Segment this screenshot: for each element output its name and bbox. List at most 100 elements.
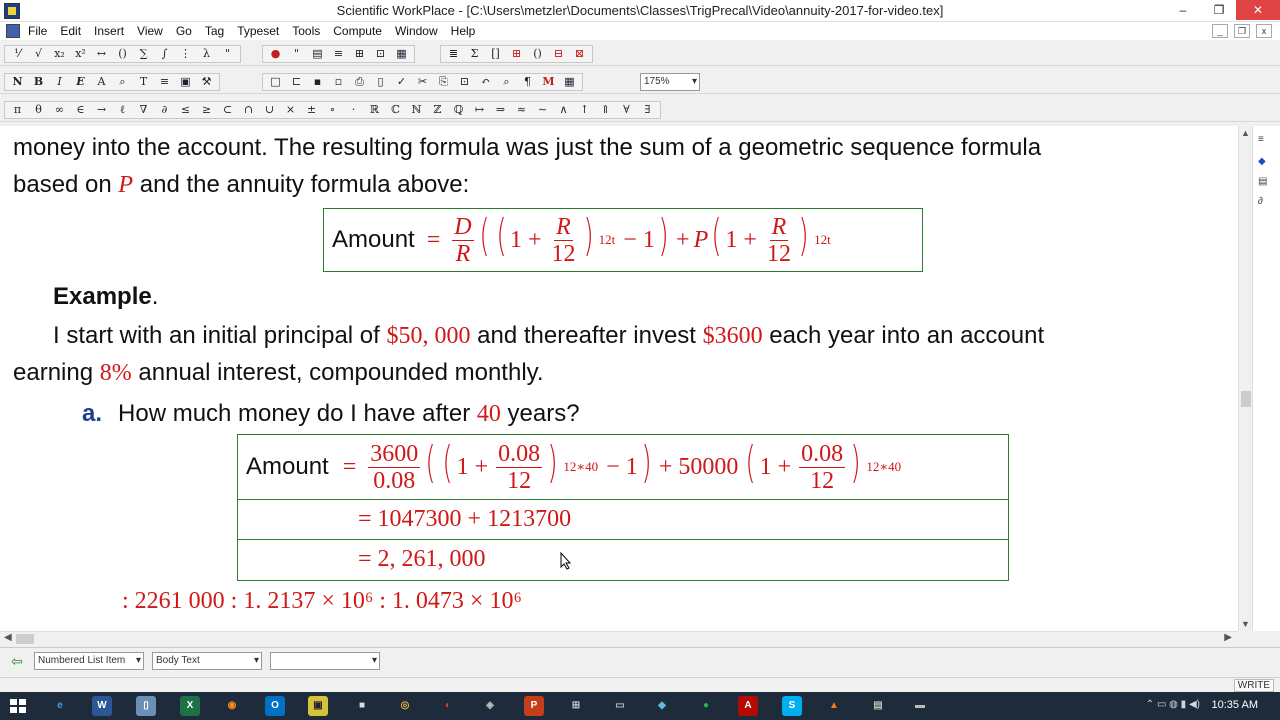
maps-to-icon[interactable]: ↦ — [470, 102, 489, 118]
menu-file[interactable]: File — [28, 24, 47, 38]
menu-help[interactable]: Help — [451, 24, 476, 38]
doc-minimize-button[interactable]: _ — [1212, 24, 1228, 38]
search-icon[interactable]: ⌕ — [497, 74, 516, 90]
sum-icon[interactable]: Σ — [465, 46, 484, 62]
menu-window[interactable]: Window — [395, 24, 438, 38]
back-arrow-icon[interactable]: ⇦ — [6, 653, 28, 671]
times-icon[interactable]: × — [281, 102, 300, 118]
clock[interactable]: 10:35 AM — [1212, 699, 1258, 711]
calculator-icon[interactable]: ▦ — [560, 74, 579, 90]
find-icon[interactable]: ⌕ — [113, 74, 132, 90]
menu-typeset[interactable]: Typeset — [237, 24, 279, 38]
text-color-icon[interactable]: A — [92, 74, 111, 90]
undo-icon[interactable]: ↶ — [476, 74, 495, 90]
skype-icon[interactable]: S — [782, 696, 802, 716]
emphasis-button[interactable]: E — [71, 74, 90, 90]
arrows-icon[interactable]: ↔ — [92, 46, 111, 62]
eval-icon[interactable]: ⊞ — [350, 46, 369, 62]
approx-icon[interactable]: ≈ — [512, 102, 531, 118]
label-icon[interactable]: λ — [197, 46, 216, 62]
theta-icon[interactable]: θ — [29, 102, 48, 118]
excel-icon[interactable]: X — [180, 696, 200, 716]
double-up-arrow-icon[interactable]: ⇑ — [596, 102, 615, 118]
menu-tag[interactable]: Tag — [205, 24, 224, 38]
horizontal-scroll-thumb[interactable] — [16, 634, 34, 644]
app-icon-14[interactable]: ▭ — [610, 696, 630, 716]
stop-icon[interactable]: ● — [266, 46, 285, 62]
save-icon[interactable]: ▪ — [308, 74, 327, 90]
app-icon-11[interactable]: ◈ — [480, 696, 500, 716]
vertical-scroll-thumb[interactable] — [1241, 391, 1251, 407]
superscript-icon[interactable]: x² — [71, 46, 90, 62]
cut-icon[interactable]: ✂ — [413, 74, 432, 90]
doc-restore-button[interactable]: ❐ — [1234, 24, 1250, 38]
app-icon-8[interactable]: ■ — [352, 696, 372, 716]
ell-icon[interactable]: ℓ — [113, 102, 132, 118]
zoom-select[interactable]: 175% — [640, 73, 700, 91]
word-icon[interactable]: W — [92, 696, 112, 716]
less-equal-icon[interactable]: ≤ — [176, 102, 195, 118]
fence-icon[interactable]: () — [528, 46, 547, 62]
intersection-icon[interactable]: ∩ — [239, 102, 258, 118]
system-tray-icons[interactable]: ⌃ ▭ ◍ ▮ ◀) — [1146, 699, 1200, 710]
app-icon-20[interactable]: ▤ — [868, 696, 888, 716]
calculation-table[interactable]: Amount = 3600 0.08 (( 1 + 0.08 12 ) 12∗40 … — [237, 434, 1009, 581]
menu-insert[interactable]: Insert — [94, 24, 124, 38]
infinity-icon[interactable]: ∞ — [50, 102, 69, 118]
annuity-formula-box[interactable]: Amount = DR (( 1 + R 12 ) 12t − 1 ) + P (… — [323, 208, 923, 272]
app-icon-19[interactable]: ▲ — [824, 696, 844, 716]
start-button-icon[interactable] — [10, 699, 26, 713]
math-mode-icon[interactable]: T — [134, 74, 153, 90]
vertical-scrollbar[interactable]: ▲ ▼ — [1238, 126, 1252, 631]
arrow-right-icon[interactable]: → — [92, 102, 111, 118]
table-icon[interactable]: ▦ — [392, 46, 411, 62]
exists-icon[interactable]: ∃ — [638, 102, 657, 118]
app-icon-15[interactable]: ◆ — [652, 696, 672, 716]
nabla-icon[interactable]: ∇ — [134, 102, 153, 118]
pane-icon-2[interactable]: ◆ — [1258, 156, 1274, 170]
chrome-icon[interactable]: ◎ — [395, 696, 415, 716]
item-tag-select[interactable]: Numbered List Item — [34, 652, 144, 670]
limits-icon[interactable]: ∫ — [155, 46, 174, 62]
plus-minus-icon[interactable]: ± — [302, 102, 321, 118]
menu-edit[interactable]: Edit — [60, 24, 81, 38]
firefox-icon[interactable]: ◉ — [222, 696, 242, 716]
tools-icon[interactable]: ⚒ — [197, 74, 216, 90]
doc-close-button[interactable]: x — [1256, 24, 1272, 38]
naturals-icon[interactable]: ℕ — [407, 102, 426, 118]
compute-icon[interactable]: ⊡ — [371, 46, 390, 62]
paragraph-icon[interactable]: ¶ — [518, 74, 537, 90]
math-icon[interactable]: M — [539, 74, 558, 90]
cdot-icon[interactable]: · — [344, 102, 363, 118]
matrix-insert-icon[interactable]: ⊞ — [507, 46, 526, 62]
preview-icon[interactable]: ▯ — [371, 74, 390, 90]
acrobat-icon[interactable]: A — [738, 696, 758, 716]
fraction-icon[interactable]: ⅟ — [8, 46, 27, 62]
display-icon[interactable]: ▤ — [308, 46, 327, 62]
rationals-icon[interactable]: ℚ — [449, 102, 468, 118]
scroll-up-icon[interactable]: ▲ — [1241, 128, 1250, 138]
subset-icon[interactable]: ⊂ — [218, 102, 237, 118]
menu-compute[interactable]: Compute — [333, 24, 382, 38]
document-icon[interactable] — [6, 24, 20, 38]
print-icon[interactable]: ⎙ — [350, 74, 369, 90]
union-icon[interactable]: ∪ — [260, 102, 279, 118]
outlook-icon[interactable]: O — [265, 696, 285, 716]
quotes-icon[interactable]: " — [218, 46, 237, 62]
real-icon[interactable]: ℝ — [365, 102, 384, 118]
document-canvas[interactable]: money into the account. The resulting fo… — [0, 126, 1238, 631]
scroll-down-icon[interactable]: ▼ — [1241, 619, 1250, 629]
greater-equal-icon[interactable]: ≥ — [197, 102, 216, 118]
minimize-button[interactable]: – — [1166, 0, 1200, 20]
menu-tools[interactable]: Tools — [292, 24, 320, 38]
pane-icon-1[interactable]: ≡ — [1258, 134, 1274, 148]
powerpoint-icon[interactable]: P — [524, 696, 544, 716]
text-tag-select[interactable]: Body Text — [152, 652, 262, 670]
open-file-icon[interactable]: ⊏ — [287, 74, 306, 90]
maximize-button[interactable]: ❐ — [1202, 0, 1236, 20]
section-tag-select[interactable] — [270, 652, 380, 670]
workplace-icon[interactable]: ▣ — [308, 696, 328, 716]
scroll-left-icon[interactable]: ◀ — [4, 632, 12, 643]
brackets-icon[interactable]: () — [113, 46, 132, 62]
circle-dot-icon[interactable]: ∘ — [323, 102, 342, 118]
